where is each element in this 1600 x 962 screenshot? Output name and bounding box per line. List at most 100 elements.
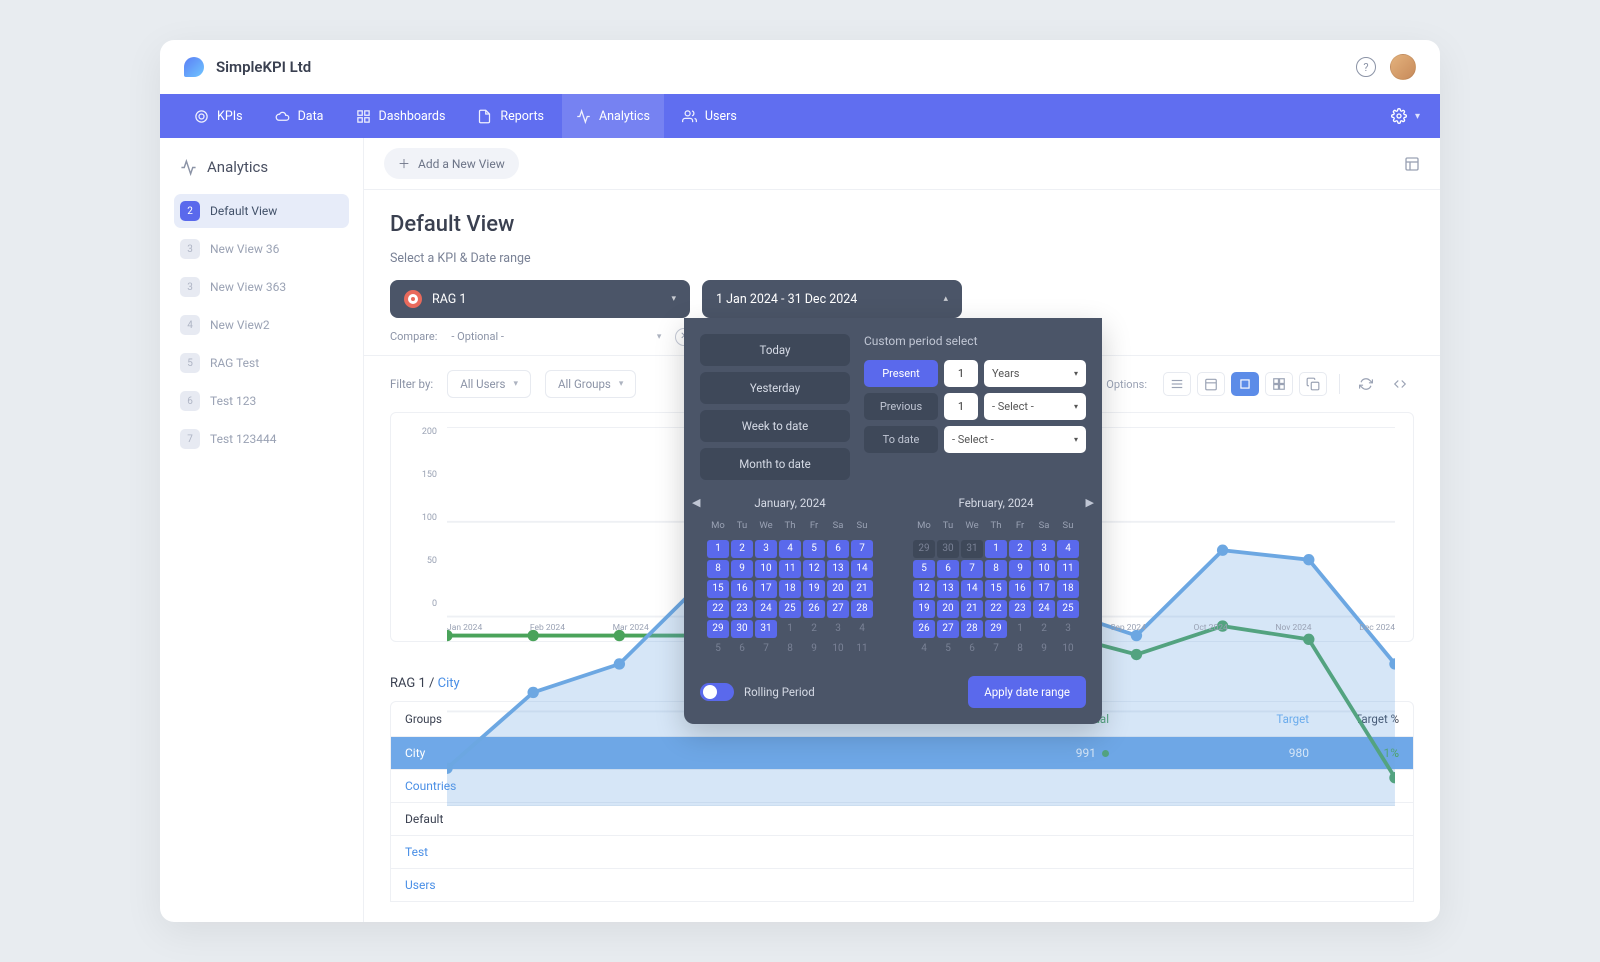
- calendar-day[interactable]: 2: [1009, 540, 1031, 558]
- calendar-day[interactable]: 5: [803, 540, 825, 558]
- help-icon[interactable]: ?: [1356, 57, 1376, 77]
- todate-tag[interactable]: To date: [864, 426, 938, 453]
- calendar-day[interactable]: 12: [913, 580, 935, 598]
- expand-button[interactable]: [1386, 372, 1414, 396]
- calendar-day[interactable]: 1: [779, 620, 801, 638]
- calendar-day[interactable]: 1: [1009, 620, 1031, 638]
- calendar-day[interactable]: 3: [755, 540, 777, 558]
- copy-button[interactable]: [1299, 372, 1327, 396]
- sidebar-item[interactable]: 3New View 363: [174, 270, 349, 304]
- view-calendar-button[interactable]: [1197, 372, 1225, 396]
- calendar-day[interactable]: 24: [1033, 600, 1055, 618]
- calendar-day[interactable]: 8: [985, 560, 1007, 578]
- calendar-day[interactable]: 29: [707, 620, 729, 638]
- calendar-day[interactable]: 26: [803, 600, 825, 618]
- filter-users-select[interactable]: All Users▾: [447, 370, 531, 398]
- calendar-day[interactable]: 15: [707, 580, 729, 598]
- calendar-day[interactable]: 10: [827, 640, 849, 658]
- calendar-day[interactable]: 8: [707, 560, 729, 578]
- calendar-day[interactable]: 12: [803, 560, 825, 578]
- quick-month-to-date[interactable]: Month to date: [700, 448, 850, 480]
- present-tag[interactable]: Present: [864, 360, 938, 387]
- sidebar-item[interactable]: 2Default View: [174, 194, 349, 228]
- calendar-day[interactable]: 31: [961, 540, 983, 558]
- apply-date-range-button[interactable]: Apply date range: [968, 676, 1086, 708]
- todate-unit-select[interactable]: - Select -▾: [944, 426, 1086, 453]
- present-unit-select[interactable]: Years▾: [984, 360, 1086, 387]
- calendar-day[interactable]: 25: [1057, 600, 1079, 618]
- nav-data[interactable]: Data: [261, 94, 338, 138]
- calendar-day[interactable]: 29: [985, 620, 1007, 638]
- calendar-day[interactable]: 27: [827, 600, 849, 618]
- calendar-day[interactable]: 23: [731, 600, 753, 618]
- refresh-button[interactable]: [1352, 372, 1380, 396]
- present-num-input[interactable]: 1: [944, 360, 978, 387]
- calendar-day[interactable]: 2: [731, 540, 753, 558]
- sidebar-item[interactable]: 6Test 123: [174, 384, 349, 418]
- quick-yesterday[interactable]: Yesterday: [700, 372, 850, 404]
- next-month-button[interactable]: ▶: [1086, 496, 1094, 509]
- calendar-day[interactable]: 29: [913, 540, 935, 558]
- calendar-day[interactable]: 17: [755, 580, 777, 598]
- calendar-day[interactable]: 10: [755, 560, 777, 578]
- calendar-day[interactable]: 3: [1033, 540, 1055, 558]
- previous-num-input[interactable]: 1: [944, 393, 978, 420]
- calendar-day[interactable]: 30: [937, 540, 959, 558]
- sidebar-item[interactable]: 3New View 36: [174, 232, 349, 266]
- quick-week-to-date[interactable]: Week to date: [700, 410, 850, 442]
- calendar-day[interactable]: 3: [827, 620, 849, 638]
- calendar-day[interactable]: 26: [913, 620, 935, 638]
- calendar-day[interactable]: 22: [985, 600, 1007, 618]
- calendar-day[interactable]: 17: [1033, 580, 1055, 598]
- calendar-day[interactable]: 21: [961, 600, 983, 618]
- calendar-day[interactable]: 4: [913, 640, 935, 658]
- calendar-day[interactable]: 1: [707, 540, 729, 558]
- nav-reports[interactable]: Reports: [463, 94, 558, 138]
- calendar-day[interactable]: 8: [779, 640, 801, 658]
- calendar-day[interactable]: 11: [851, 640, 873, 658]
- rolling-period-toggle[interactable]: Rolling Period: [700, 683, 815, 701]
- prev-month-button[interactable]: ◀: [692, 496, 700, 509]
- calendar-day[interactable]: 5: [913, 560, 935, 578]
- compare-select[interactable]: - Optional - ▾: [451, 326, 661, 347]
- kpi-select[interactable]: RAG 1 ▾: [390, 280, 690, 318]
- calendar-day[interactable]: 5: [937, 640, 959, 658]
- calendar-day[interactable]: 18: [1057, 580, 1079, 598]
- calendar-day[interactable]: 13: [937, 580, 959, 598]
- calendar-day[interactable]: 16: [731, 580, 753, 598]
- calendar-day[interactable]: 2: [1033, 620, 1055, 638]
- calendar-day[interactable]: 3: [1057, 620, 1079, 638]
- previous-tag[interactable]: Previous: [864, 393, 938, 420]
- calendar-day[interactable]: 28: [851, 600, 873, 618]
- calendar-day[interactable]: 19: [803, 580, 825, 598]
- calendar-day[interactable]: 24: [755, 600, 777, 618]
- calendar-day[interactable]: 23: [1009, 600, 1031, 618]
- calendar-day[interactable]: 9: [731, 560, 753, 578]
- calendar-day[interactable]: 15: [985, 580, 1007, 598]
- calendar-day[interactable]: 7: [985, 640, 1007, 658]
- calendar-day[interactable]: 11: [1057, 560, 1079, 578]
- calendar-day[interactable]: 21: [851, 580, 873, 598]
- add-view-button[interactable]: ＋ Add a New View: [384, 148, 519, 179]
- table-row[interactable]: Users: [390, 869, 1414, 902]
- sidebar-item[interactable]: 4New View2: [174, 308, 349, 342]
- view-single-button[interactable]: [1231, 372, 1259, 396]
- calendar-day[interactable]: 20: [827, 580, 849, 598]
- calendar-day[interactable]: 11: [779, 560, 801, 578]
- nav-dashboards[interactable]: Dashboards: [342, 94, 460, 138]
- calendar-day[interactable]: 18: [779, 580, 801, 598]
- calendar-day[interactable]: 6: [731, 640, 753, 658]
- calendar-day[interactable]: 9: [1009, 560, 1031, 578]
- calendar-day[interactable]: 22: [707, 600, 729, 618]
- settings-menu[interactable]: ▾: [1391, 108, 1420, 124]
- sidebar-item[interactable]: 5RAG Test: [174, 346, 349, 380]
- calendar-day[interactable]: 28: [961, 620, 983, 638]
- calendar-day[interactable]: 30: [731, 620, 753, 638]
- previous-unit-select[interactable]: - Select -▾: [984, 393, 1086, 420]
- nav-kpis[interactable]: KPIs: [180, 94, 257, 138]
- calendar-day[interactable]: 14: [961, 580, 983, 598]
- calendar-day[interactable]: 10: [1033, 560, 1055, 578]
- nav-users[interactable]: Users: [668, 94, 751, 138]
- calendar-day[interactable]: 2: [803, 620, 825, 638]
- calendar-day[interactable]: 4: [851, 620, 873, 638]
